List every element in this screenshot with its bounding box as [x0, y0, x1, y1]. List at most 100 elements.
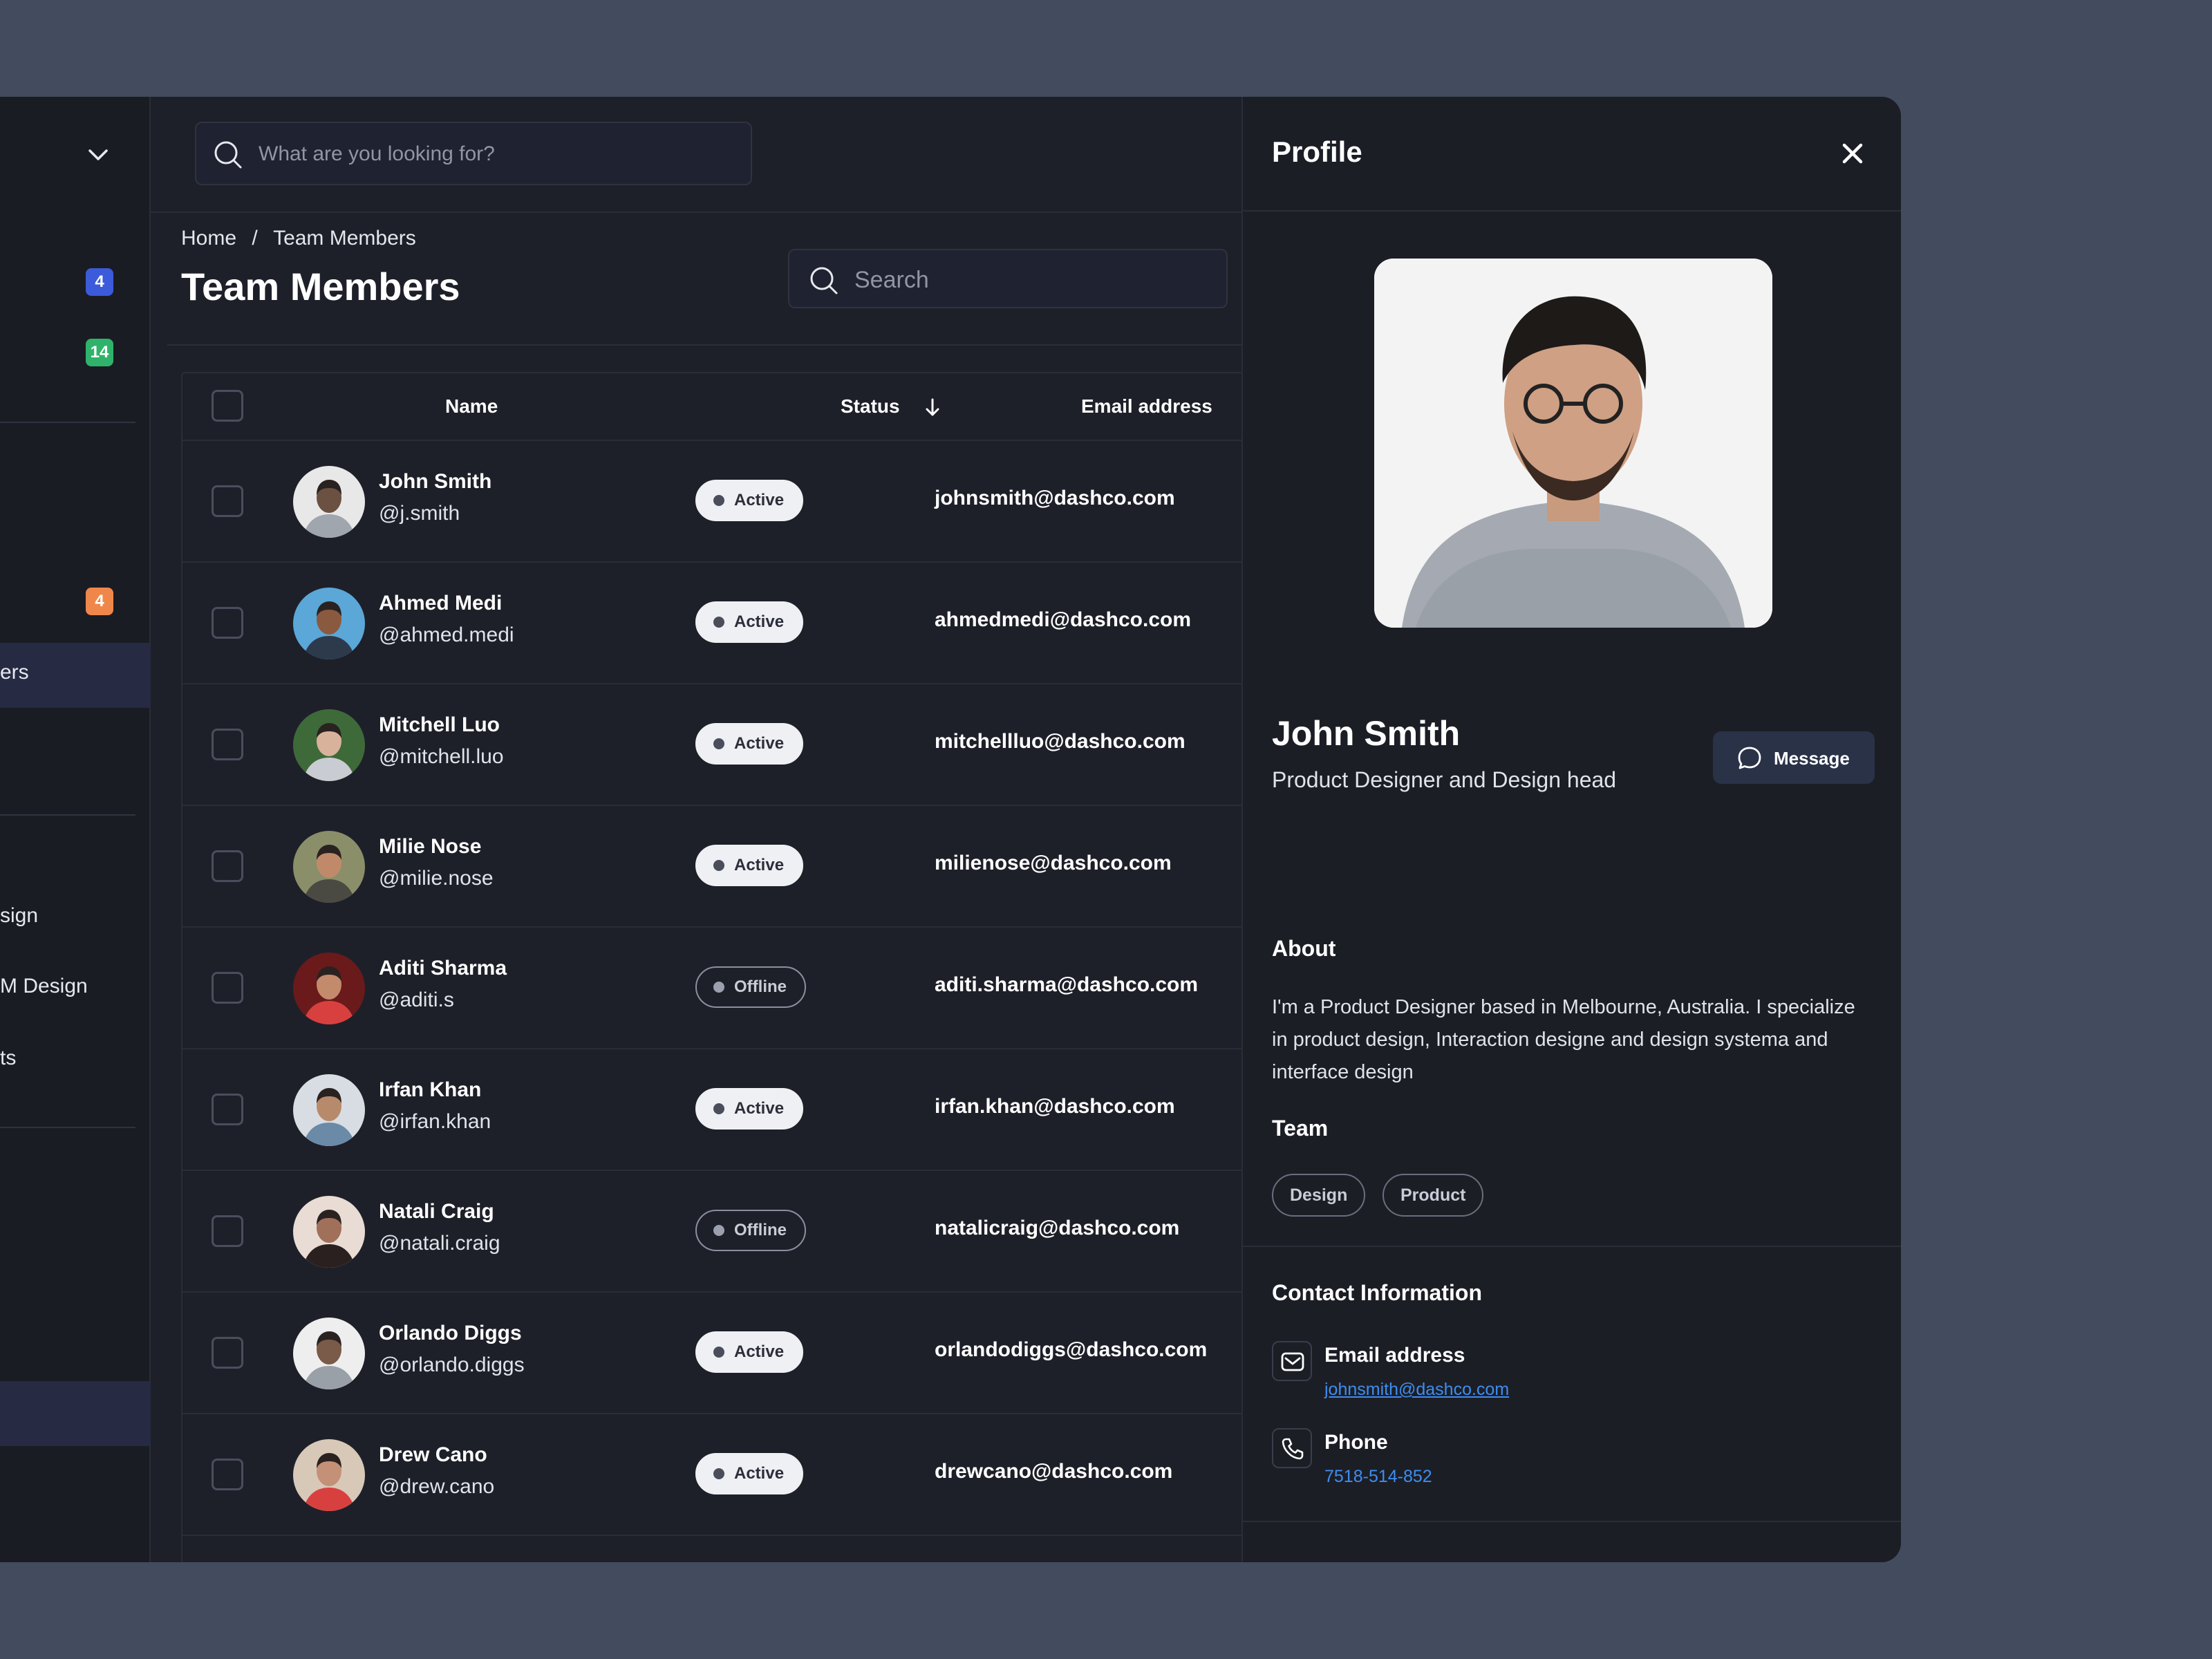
- close-icon[interactable]: [1837, 138, 1868, 169]
- page-title: Team Members: [181, 265, 460, 308]
- table-row[interactable]: Aditi Sharma @aditi.s Offline aditi.sharma@…: [182, 928, 1241, 1049]
- sidebar: 4 14 4 ers sign M Design ts: [0, 97, 151, 1562]
- sidebar-item-design[interactable]: sign: [0, 904, 38, 928]
- member-handle: @orlando.diggs: [379, 1353, 525, 1376]
- member-email[interactable]: drewcano@dashco.com: [935, 1460, 1172, 1483]
- row-checkbox[interactable]: [212, 1094, 243, 1125]
- team-chip-design[interactable]: Design: [1272, 1174, 1366, 1217]
- member-handle: @mitchell.luo: [379, 745, 504, 768]
- member-email[interactable]: orlandodiggs@dashco.com: [935, 1338, 1207, 1362]
- table-row[interactable]: Irfan Khan @irfan.khan Active irfan.khan@da…: [182, 1049, 1241, 1171]
- table-row[interactable]: Mitchell Luo @mitchell.luo Active mitchelll…: [182, 684, 1241, 806]
- message-button[interactable]: Message: [1713, 731, 1875, 784]
- table-row[interactable]: Drew Cano @drew.cano Active drewcano@dashco…: [182, 1414, 1241, 1536]
- member-email[interactable]: johnsmith@dashco.com: [935, 487, 1175, 510]
- profile-name: John Smith: [1272, 714, 1461, 753]
- search-icon: [214, 141, 242, 169]
- badge-count: 4: [86, 268, 113, 296]
- member-name[interactable]: John Smith: [379, 470, 491, 494]
- row-checkbox[interactable]: [212, 607, 243, 639]
- global-search-input[interactable]: [259, 135, 735, 173]
- breadcrumb: Home / Team Members: [181, 227, 416, 250]
- member-handle: @irfan.khan: [379, 1110, 491, 1133]
- badge-count: 14: [86, 339, 113, 366]
- table-row-partial: [182, 1536, 1241, 1562]
- sidebar-item-m-design[interactable]: M Design: [0, 975, 88, 998]
- avatar: [293, 953, 365, 1024]
- sidebar-item-ts[interactable]: ts: [0, 1047, 16, 1070]
- status-dot: [713, 1103, 724, 1114]
- status-label: Active: [734, 856, 785, 874]
- sidebar-item-label: ers: [0, 661, 29, 684]
- member-handle: @ahmed.medi: [379, 624, 514, 646]
- avatar: [293, 1074, 365, 1146]
- avatar: [293, 709, 365, 781]
- member-email[interactable]: natalicraig@dashco.com: [935, 1217, 1179, 1240]
- team-heading: Team: [1272, 1116, 1329, 1141]
- divider: [167, 344, 1241, 346]
- breadcrumb-separator: /: [252, 227, 258, 250]
- chevron-down-icon[interactable]: [83, 140, 113, 170]
- about-text: I'm a Product Designer based in Melbourn…: [1272, 996, 1855, 1083]
- row-checkbox[interactable]: [212, 972, 243, 1004]
- status-dot: [713, 617, 724, 628]
- status-dot: [713, 1225, 724, 1236]
- table-row[interactable]: Orlando Diggs @orlando.diggs Active orlando…: [182, 1293, 1241, 1414]
- top-bar: [151, 97, 1241, 213]
- member-name[interactable]: Irfan Khan: [379, 1078, 481, 1102]
- member-email[interactable]: irfan.khan@dashco.com: [935, 1095, 1175, 1118]
- column-header-name[interactable]: Name: [445, 395, 498, 418]
- member-email[interactable]: aditi.sharma@dashco.com: [935, 973, 1198, 997]
- table-row[interactable]: John Smith @j.smith Active johnsmith@dashco…: [182, 441, 1241, 563]
- status-label: Active: [734, 1342, 785, 1361]
- mail-icon: [1281, 1352, 1304, 1371]
- member-name[interactable]: Milie Nose: [379, 835, 481, 859]
- sidebar-item-active[interactable]: [0, 1381, 151, 1446]
- status-dot: [713, 495, 724, 506]
- member-email[interactable]: ahmedmedi@dashco.com: [935, 608, 1191, 632]
- member-name[interactable]: Drew Cano: [379, 1443, 487, 1467]
- status-dot: [713, 1468, 724, 1479]
- person-avatar-icon: [293, 466, 365, 538]
- sidebar-item-team-members[interactable]: ers: [0, 643, 151, 708]
- phone-number[interactable]: 7518-514-852: [1324, 1467, 1432, 1487]
- table-row[interactable]: Milie Nose @milie.nose Active milienose@das…: [182, 806, 1241, 928]
- member-email[interactable]: mitchellluo@dashco.com: [935, 730, 1185, 753]
- person-avatar-icon: [293, 709, 365, 781]
- column-header-status[interactable]: Status: [841, 395, 939, 418]
- phone-icon: [1282, 1438, 1304, 1460]
- status-badge: Active: [695, 480, 804, 521]
- table-row[interactable]: Ahmed Medi @ahmed.medi Active ahmedmedi@das…: [182, 563, 1241, 684]
- profile-panel: Profile John Smith Product Designer and: [1241, 97, 1901, 1562]
- member-name[interactable]: Orlando Diggs: [379, 1322, 522, 1345]
- breadcrumb-home[interactable]: Home: [181, 227, 236, 250]
- table-row[interactable]: Natali Craig @natali.craig Offline natalicr…: [182, 1171, 1241, 1293]
- email-link[interactable]: johnsmith@dashco.com: [1324, 1380, 1509, 1400]
- row-checkbox[interactable]: [212, 850, 243, 882]
- email-label: Email address: [1324, 1344, 1465, 1367]
- table-search-input[interactable]: [854, 263, 1214, 297]
- sidebar-divider: [0, 422, 135, 423]
- sidebar-divider: [0, 1127, 135, 1128]
- phone-label: Phone: [1324, 1431, 1388, 1454]
- status-badge: Active: [695, 1453, 804, 1494]
- row-checkbox[interactable]: [212, 1337, 243, 1369]
- column-header-email[interactable]: Email address: [1081, 395, 1212, 418]
- status-dot: [713, 1347, 724, 1358]
- status-badge: Offline: [695, 1210, 806, 1251]
- member-name[interactable]: Mitchell Luo: [379, 713, 500, 737]
- member-name[interactable]: Aditi Sharma: [379, 957, 507, 980]
- member-name[interactable]: Natali Craig: [379, 1200, 494, 1224]
- row-checkbox[interactable]: [212, 729, 243, 760]
- email-icon-box: [1272, 1341, 1312, 1381]
- status-label: Offline: [734, 977, 787, 996]
- profile-photo: [1374, 259, 1772, 628]
- member-email[interactable]: milienose@dashco.com: [935, 852, 1172, 875]
- avatar: [293, 1439, 365, 1511]
- select-all-checkbox[interactable]: [212, 390, 243, 422]
- row-checkbox[interactable]: [212, 485, 243, 517]
- member-name[interactable]: Ahmed Medi: [379, 592, 502, 615]
- team-chip-product[interactable]: Product: [1382, 1174, 1484, 1217]
- row-checkbox[interactable]: [212, 1215, 243, 1247]
- row-checkbox[interactable]: [212, 1459, 243, 1490]
